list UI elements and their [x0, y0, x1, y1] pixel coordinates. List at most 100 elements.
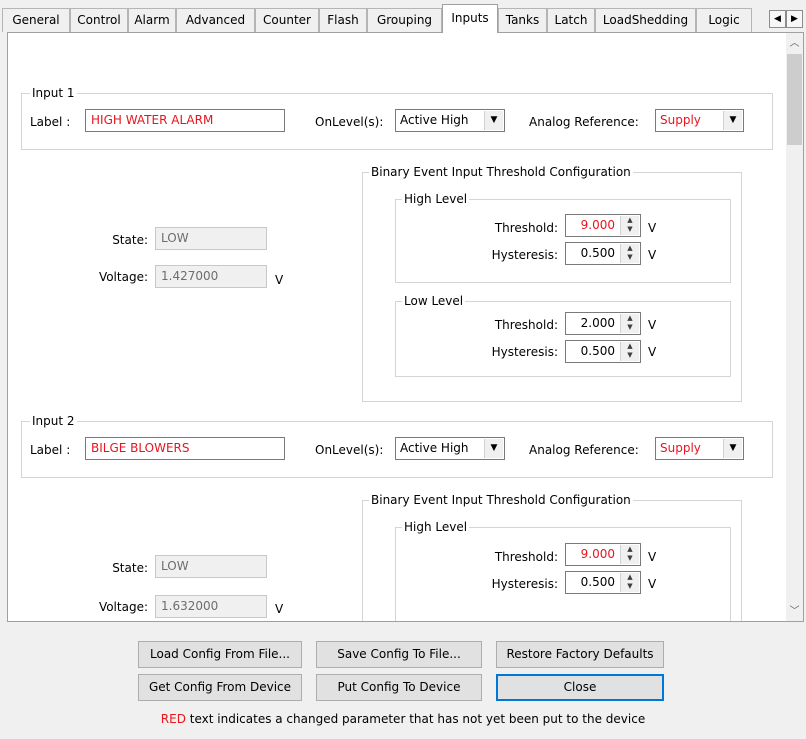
note-red-word: RED — [160, 712, 186, 726]
spin-down-icon[interactable]: ▼ — [621, 554, 639, 563]
input1-analogref-caption: Analog Reference: — [529, 115, 639, 129]
spin-down-icon[interactable]: ▼ — [621, 582, 639, 591]
input2-high-threshold-spinner[interactable]: 9.000 ▲ ▼ — [565, 543, 641, 566]
input1-state-caption: State: — [112, 233, 148, 247]
input1-low-threshold-unit: V — [648, 318, 657, 332]
tab-counter[interactable]: Counter — [255, 8, 319, 32]
input1-high-level-group: High Level — [395, 192, 731, 283]
note-text: text indicates a changed parameter that … — [185, 712, 646, 726]
spin-up-icon[interactable]: ▲ — [621, 342, 639, 351]
input1-low-threshold-spinner[interactable]: 2.000 ▲ ▼ — [565, 312, 641, 335]
input1-voltage-caption: Voltage: — [98, 270, 148, 284]
input2-high-hysteresis-spinner[interactable]: 0.500 ▲ ▼ — [565, 571, 641, 594]
get-config-device-button[interactable]: Get Config From Device — [138, 674, 302, 701]
input2-analogref-caption: Analog Reference: — [529, 443, 639, 457]
chevron-down-icon[interactable]: ▼ — [723, 111, 742, 130]
tab-flash[interactable]: Flash — [319, 8, 367, 32]
scroll-down-icon[interactable]: ﹀ — [786, 603, 803, 620]
input1-analogref-select[interactable]: Supply ▼ — [655, 109, 744, 132]
input1-high-threshold-caption: Threshold: — [494, 221, 558, 235]
input2-voltage-unit: V — [275, 602, 284, 616]
input1-label-caption: Label : — [30, 115, 71, 129]
tab-scroll-right-icon[interactable]: ▶ — [786, 10, 803, 28]
input1-high-hysteresis-spinner[interactable]: 0.500 ▲ ▼ — [565, 242, 641, 265]
input2-onlevel-select[interactable]: Active High ▼ — [395, 437, 505, 460]
load-config-file-button[interactable]: Load Config From File... — [138, 641, 302, 668]
spin-down-icon[interactable]: ▼ — [621, 253, 639, 262]
vertical-scrollbar[interactable]: ︿ ﹀ — [786, 33, 803, 621]
tab-control[interactable]: Control — [70, 8, 128, 32]
input2-high-level-title: High Level — [402, 520, 470, 534]
input1-onlevel-select[interactable]: Active High ▼ — [395, 109, 505, 132]
close-button[interactable]: Close — [496, 674, 664, 701]
input2-high-threshold-unit: V — [648, 550, 657, 564]
input2-analogref-value: Supply — [660, 441, 701, 455]
inputs-panel: Input 1 Label : HIGH WATER ALARM OnLevel… — [7, 32, 804, 622]
input2-binary-config-title: Binary Event Input Threshold Configurati… — [369, 493, 633, 507]
input1-high-threshold-unit: V — [648, 221, 657, 235]
input2-voltage-caption: Voltage: — [98, 600, 148, 614]
input2-state-field: LOW — [155, 555, 267, 578]
input1-low-threshold-caption: Threshold: — [494, 318, 558, 332]
input2-high-hysteresis-caption: Hysteresis: — [491, 577, 558, 591]
input2-high-level-group: High Level — [395, 520, 731, 621]
input2-high-hysteresis-value: 0.500 — [580, 575, 615, 589]
input2-onlevel-value: Active High — [400, 441, 469, 455]
scroll-up-icon[interactable]: ︿ — [786, 35, 803, 52]
input1-onlevel-caption: OnLevel(s): — [315, 115, 384, 129]
input2-title: Input 2 — [30, 414, 77, 428]
input1-high-hysteresis-caption: Hysteresis: — [491, 248, 558, 262]
tab-strip: General Control Alarm Advanced Counter F… — [0, 0, 806, 33]
input2-label-caption: Label : — [30, 443, 71, 457]
input1-label-field[interactable]: HIGH WATER ALARM — [85, 109, 285, 132]
tab-advanced[interactable]: Advanced — [176, 8, 255, 32]
spin-up-icon[interactable]: ▲ — [621, 216, 639, 225]
input1-title: Input 1 — [30, 86, 77, 100]
tab-general[interactable]: General — [2, 8, 70, 32]
input1-high-threshold-spinner[interactable]: 9.000 ▲ ▼ — [565, 214, 641, 237]
input1-low-level-title: Low Level — [402, 294, 466, 308]
input1-high-hysteresis-unit: V — [648, 248, 657, 262]
tab-tanks[interactable]: Tanks — [498, 8, 547, 32]
spin-down-icon[interactable]: ▼ — [621, 323, 639, 332]
scrollbar-thumb[interactable] — [787, 54, 802, 145]
save-config-file-button[interactable]: Save Config To File... — [316, 641, 482, 668]
input1-voltage-unit: V — [275, 273, 284, 287]
spin-up-icon[interactable]: ▲ — [621, 573, 639, 582]
input1-low-hysteresis-value: 0.500 — [580, 344, 615, 358]
tab-alarm[interactable]: Alarm — [128, 8, 176, 32]
tab-logic[interactable]: Logic — [696, 8, 752, 32]
put-config-device-button[interactable]: Put Config To Device — [316, 674, 482, 701]
input1-binary-config-title: Binary Event Input Threshold Configurati… — [369, 165, 633, 179]
input1-high-level-title: High Level — [402, 192, 470, 206]
input2-voltage-field: 1.632000 — [155, 595, 267, 618]
input2-analogref-select[interactable]: Supply ▼ — [655, 437, 744, 460]
spin-up-icon[interactable]: ▲ — [621, 314, 639, 323]
input2-high-threshold-value: 9.000 — [580, 547, 615, 561]
input2-state-caption: State: — [112, 561, 148, 575]
tab-inputs[interactable]: Inputs — [442, 4, 498, 33]
input1-low-hysteresis-unit: V — [648, 345, 657, 359]
chevron-down-icon[interactable]: ▼ — [484, 439, 503, 458]
changed-parameter-note: RED text indicates a changed parameter t… — [0, 712, 806, 726]
spin-up-icon[interactable]: ▲ — [621, 244, 639, 253]
input1-high-threshold-value: 9.000 — [580, 218, 615, 232]
input1-low-threshold-value: 2.000 — [580, 316, 615, 330]
tab-loadshedding[interactable]: LoadShedding — [595, 8, 696, 32]
restore-defaults-button[interactable]: Restore Factory Defaults — [496, 641, 664, 668]
input1-low-hysteresis-spinner[interactable]: 0.500 ▲ ▼ — [565, 340, 641, 363]
spin-up-icon[interactable]: ▲ — [621, 545, 639, 554]
tab-grouping[interactable]: Grouping — [367, 8, 442, 32]
input2-high-hysteresis-unit: V — [648, 577, 657, 591]
input1-high-hysteresis-value: 0.500 — [580, 246, 615, 260]
input1-low-level-group: Low Level — [395, 294, 731, 377]
spin-down-icon[interactable]: ▼ — [621, 351, 639, 360]
chevron-down-icon[interactable]: ▼ — [723, 439, 742, 458]
tab-latch[interactable]: Latch — [547, 8, 595, 32]
input2-label-field[interactable]: BILGE BLOWERS — [85, 437, 285, 460]
tab-scroll-left-icon[interactable]: ◀ — [769, 10, 786, 28]
spin-down-icon[interactable]: ▼ — [621, 225, 639, 234]
input2-onlevel-caption: OnLevel(s): — [315, 443, 384, 457]
chevron-down-icon[interactable]: ▼ — [484, 111, 503, 130]
input1-low-hysteresis-caption: Hysteresis: — [491, 345, 558, 359]
